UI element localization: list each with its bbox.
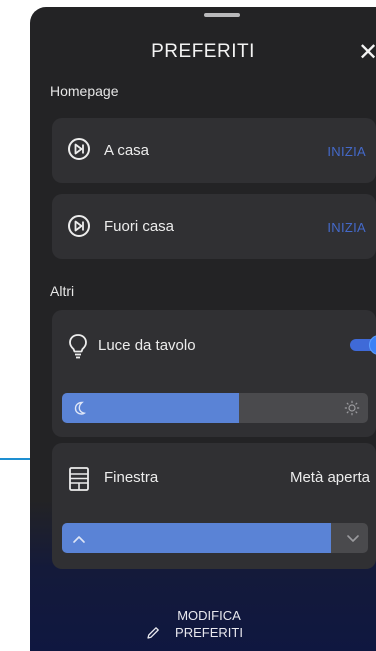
chevron-up-icon[interactable]	[72, 532, 86, 550]
window-position-fill	[62, 523, 332, 553]
toggle-knob	[370, 336, 376, 354]
play-scene-icon	[67, 214, 91, 243]
edit-favorites-line1: MODIFICA	[177, 608, 241, 623]
device-label: Finestra	[104, 469, 159, 486]
sun-icon	[344, 400, 360, 421]
favorites-panel: PREFERITI ✕ Homepage A casa INIZIA Fuori…	[30, 7, 376, 651]
section-altri-label: Altri	[50, 283, 75, 299]
edit-favorites-button[interactable]: MODIFICA PREFERITI	[30, 607, 376, 641]
brightness-slider[interactable]	[62, 393, 368, 423]
lamp-power-toggle[interactable]	[350, 336, 376, 354]
lightbulb-icon	[68, 333, 88, 364]
window-status: Metà aperta	[289, 469, 370, 486]
window-position-slider[interactable]	[62, 523, 368, 553]
start-scene-button[interactable]: INIZIA	[327, 144, 366, 159]
scene-label: Fuori casa	[104, 218, 175, 235]
panel-title: PREFERITI	[151, 41, 255, 62]
moon-icon	[72, 400, 87, 421]
chevron-down-icon[interactable]	[346, 532, 360, 550]
window-icon	[68, 466, 90, 497]
play-scene-icon	[67, 137, 91, 166]
scene-label: A casa	[104, 142, 150, 159]
scene-card-fuori-casa[interactable]: Fuori casa INIZIA	[52, 194, 376, 259]
brightness-slider-fill	[62, 393, 240, 423]
edit-favorites-line2: PREFERITI	[175, 625, 243, 640]
device-card-window: Finestra Metà aperta	[52, 443, 376, 569]
close-icon[interactable]: ✕	[358, 41, 376, 65]
device-card-lamp: Luce da tavolo	[52, 310, 376, 437]
scene-card-a-casa[interactable]: A casa INIZIA	[52, 118, 376, 183]
start-scene-button[interactable]: INIZIA	[327, 220, 366, 235]
drag-handle[interactable]	[204, 13, 240, 17]
device-label: Luce da tavolo	[98, 337, 196, 354]
section-homepage-label: Homepage	[50, 83, 119, 99]
